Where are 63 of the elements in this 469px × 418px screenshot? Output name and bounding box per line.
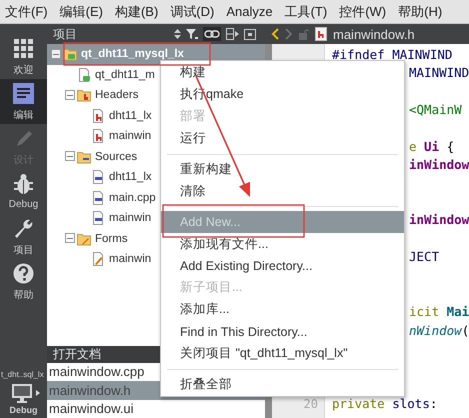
filter-icon[interactable] (186, 28, 198, 40)
menu-item[interactable]: 调试(D) (165, 2, 220, 20)
document-item[interactable]: mainwindow.ui (47, 400, 265, 418)
collapse-icon[interactable] (65, 233, 75, 244)
code-line: nWindow( (408, 322, 469, 338)
menu-item[interactable]: 编辑(E) (54, 2, 108, 20)
code-line: JECT (408, 248, 440, 264)
menu-item[interactable]: 运行 (161, 128, 404, 150)
menu-item[interactable]: 清除 (161, 180, 404, 202)
code-line: inWindow (408, 212, 469, 228)
file-icon (77, 68, 91, 82)
menu-item[interactable]: Add Existing Directory... (161, 255, 404, 278)
header-file-icon (91, 129, 105, 144)
split-icon[interactable] (226, 28, 239, 40)
menu-item[interactable]: 添加现有文件... (161, 233, 404, 256)
sort-icon[interactable] (174, 28, 181, 40)
menu-item[interactable]: 帮助(H) (393, 2, 448, 20)
code-line: private slots: (331, 396, 438, 412)
code-line: e Ui { (408, 138, 454, 154)
mode-button[interactable]: Debug (0, 169, 47, 214)
grid-icon (12, 36, 35, 60)
code-line: #ifndef MAINWIND (331, 46, 452, 62)
help-icon (12, 262, 35, 284)
link-icon[interactable] (203, 27, 221, 41)
mode-button[interactable]: 帮助 (0, 259, 47, 304)
collapse-icon[interactable] (65, 90, 75, 101)
source-file-icon (91, 211, 105, 226)
menu-item[interactable]: 添加库... (161, 298, 404, 321)
folder-icon (77, 88, 91, 102)
form-file-icon (91, 252, 105, 266)
menu-item[interactable]: 构建 (161, 62, 404, 84)
caret-icon[interactable] (36, 390, 40, 396)
code-line: icit Mai (408, 304, 469, 320)
header-file-icon (91, 108, 105, 123)
collapse-icon[interactable] (65, 151, 75, 162)
source-file-icon (91, 170, 105, 184)
file-icon (315, 27, 327, 41)
menu-item[interactable]: 文件(F) (0, 2, 53, 20)
menu-item[interactable]: 工具(T) (280, 2, 332, 20)
code-line: <QMainW (408, 102, 462, 117)
code-line: MAINWIND (408, 65, 469, 80)
folder-icon (77, 232, 91, 246)
build-config-label: Debug (8, 405, 38, 415)
document-icon (12, 82, 35, 104)
menu-item[interactable]: 构建(B) (110, 2, 164, 20)
menu-item[interactable]: 控件(W) (334, 2, 392, 20)
monitor-icon[interactable] (11, 383, 33, 403)
mode-button[interactable]: 项目 (0, 214, 47, 259)
source-file-icon (91, 190, 105, 205)
menu-item[interactable]: Find in This Directory... (161, 320, 404, 343)
close-panel-icon[interactable] (244, 28, 256, 40)
line-number: 20 (302, 396, 318, 411)
panel-title: 项目 (53, 26, 77, 42)
menu-item[interactable]: Analyze (221, 4, 278, 19)
folder-icon (77, 150, 91, 164)
mode-button[interactable]: 欢迎 (0, 34, 47, 79)
target-project-label: t_dht..sql_lx (0, 370, 45, 379)
bug-icon (12, 173, 35, 196)
mode-button[interactable]: 编辑 (0, 79, 47, 124)
collapse-icon[interactable] (51, 48, 61, 60)
code-line: inWindow (408, 157, 469, 172)
menu-item[interactable]: 重新构建 (161, 158, 404, 180)
folder-icon (63, 47, 77, 62)
